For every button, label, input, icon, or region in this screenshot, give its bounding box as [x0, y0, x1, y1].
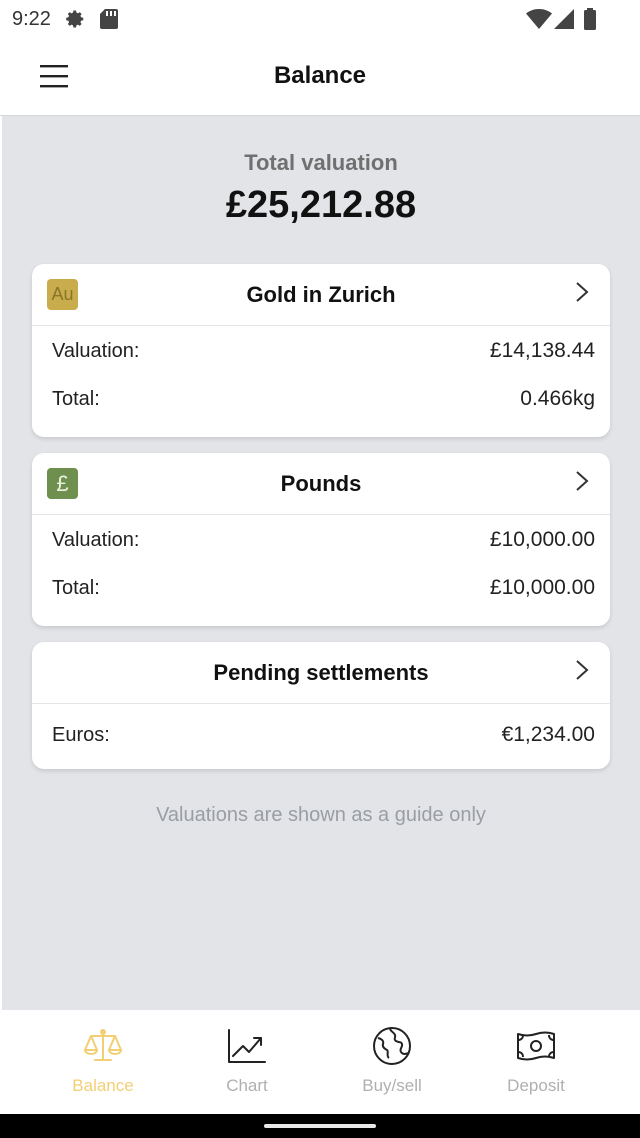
row-label: Valuation:	[52, 529, 140, 551]
chevron-right-icon	[576, 471, 589, 491]
nav-label: Deposit	[507, 1076, 565, 1095]
card-title: Pounds	[280, 471, 362, 496]
battery-icon	[584, 8, 596, 30]
system-navigation-bar	[0, 1114, 640, 1138]
nav-label: Balance	[72, 1076, 134, 1095]
chevron-right-icon	[576, 282, 589, 302]
card-header: Au Gold in Zurich	[32, 264, 610, 326]
row-label: Valuation:	[52, 340, 140, 362]
scales-icon	[84, 1029, 122, 1061]
wifi-icon	[526, 9, 552, 29]
sd-card-icon	[100, 9, 118, 29]
row-value: £10,000.00	[489, 528, 595, 551]
row-label: Euros:	[52, 724, 110, 746]
total-valuation-value: £25,212.88	[225, 184, 417, 226]
nav-balance[interactable]: Balance	[43, 1010, 163, 1114]
row-value: €1,234.00	[501, 723, 595, 746]
card-header: Pending settlements	[32, 642, 610, 704]
pending-settlements-card[interactable]: Pending settlements Euros: €1,234.00	[32, 642, 610, 769]
home-indicator[interactable]	[264, 1124, 376, 1128]
valuation-disclaimer: Valuations are shown as a guide only	[156, 804, 486, 826]
card-row: Total: 0.466kg	[32, 374, 610, 422]
bottom-navigation: Balance Chart Buy/sell Deposit	[0, 1010, 640, 1114]
row-value: 0.466kg	[520, 387, 595, 410]
nav-label: Chart	[226, 1076, 268, 1095]
card-row: Total: £10,000.00	[32, 563, 610, 611]
page-title: Balance	[273, 62, 367, 89]
globe-icon	[373, 1027, 411, 1065]
card-title: Pending settlements	[213, 660, 429, 685]
gear-icon	[66, 10, 84, 28]
chart-icon	[228, 1029, 266, 1063]
nav-chart[interactable]: Chart	[187, 1010, 307, 1114]
main-content[interactable]: Total valuation £25,212.88 Au Gold in Zu…	[2, 116, 640, 1010]
row-value: £10,000.00	[489, 576, 595, 599]
status-bar: 9:22	[0, 0, 640, 40]
app-bar: Balance	[0, 40, 640, 116]
card-row: Valuation: £14,138.44	[32, 326, 610, 374]
card-header: £ Pounds	[32, 453, 610, 515]
nav-label: Buy/sell	[362, 1076, 422, 1095]
total-valuation-label: Total valuation	[244, 150, 398, 175]
banknote-icon	[517, 1031, 555, 1061]
card-row: Euros: €1,234.00	[32, 704, 610, 768]
nav-buy-sell[interactable]: Buy/sell	[332, 1010, 452, 1114]
gold-in-zurich-card[interactable]: Au Gold in Zurich Valuation: £14,138.44 …	[32, 264, 610, 437]
signal-icon	[554, 9, 574, 29]
status-time: 9:22	[12, 8, 51, 30]
nav-deposit[interactable]: Deposit	[476, 1010, 596, 1114]
row-value: £14,138.44	[489, 339, 595, 362]
chevron-right-icon	[576, 660, 589, 680]
row-label: Total:	[52, 388, 100, 410]
row-label: Total:	[52, 577, 100, 599]
card-title: Gold in Zurich	[246, 282, 396, 307]
card-row: Valuation: £10,000.00	[32, 515, 610, 563]
pounds-card[interactable]: £ Pounds Valuation: £10,000.00 Total: £1…	[32, 453, 610, 626]
